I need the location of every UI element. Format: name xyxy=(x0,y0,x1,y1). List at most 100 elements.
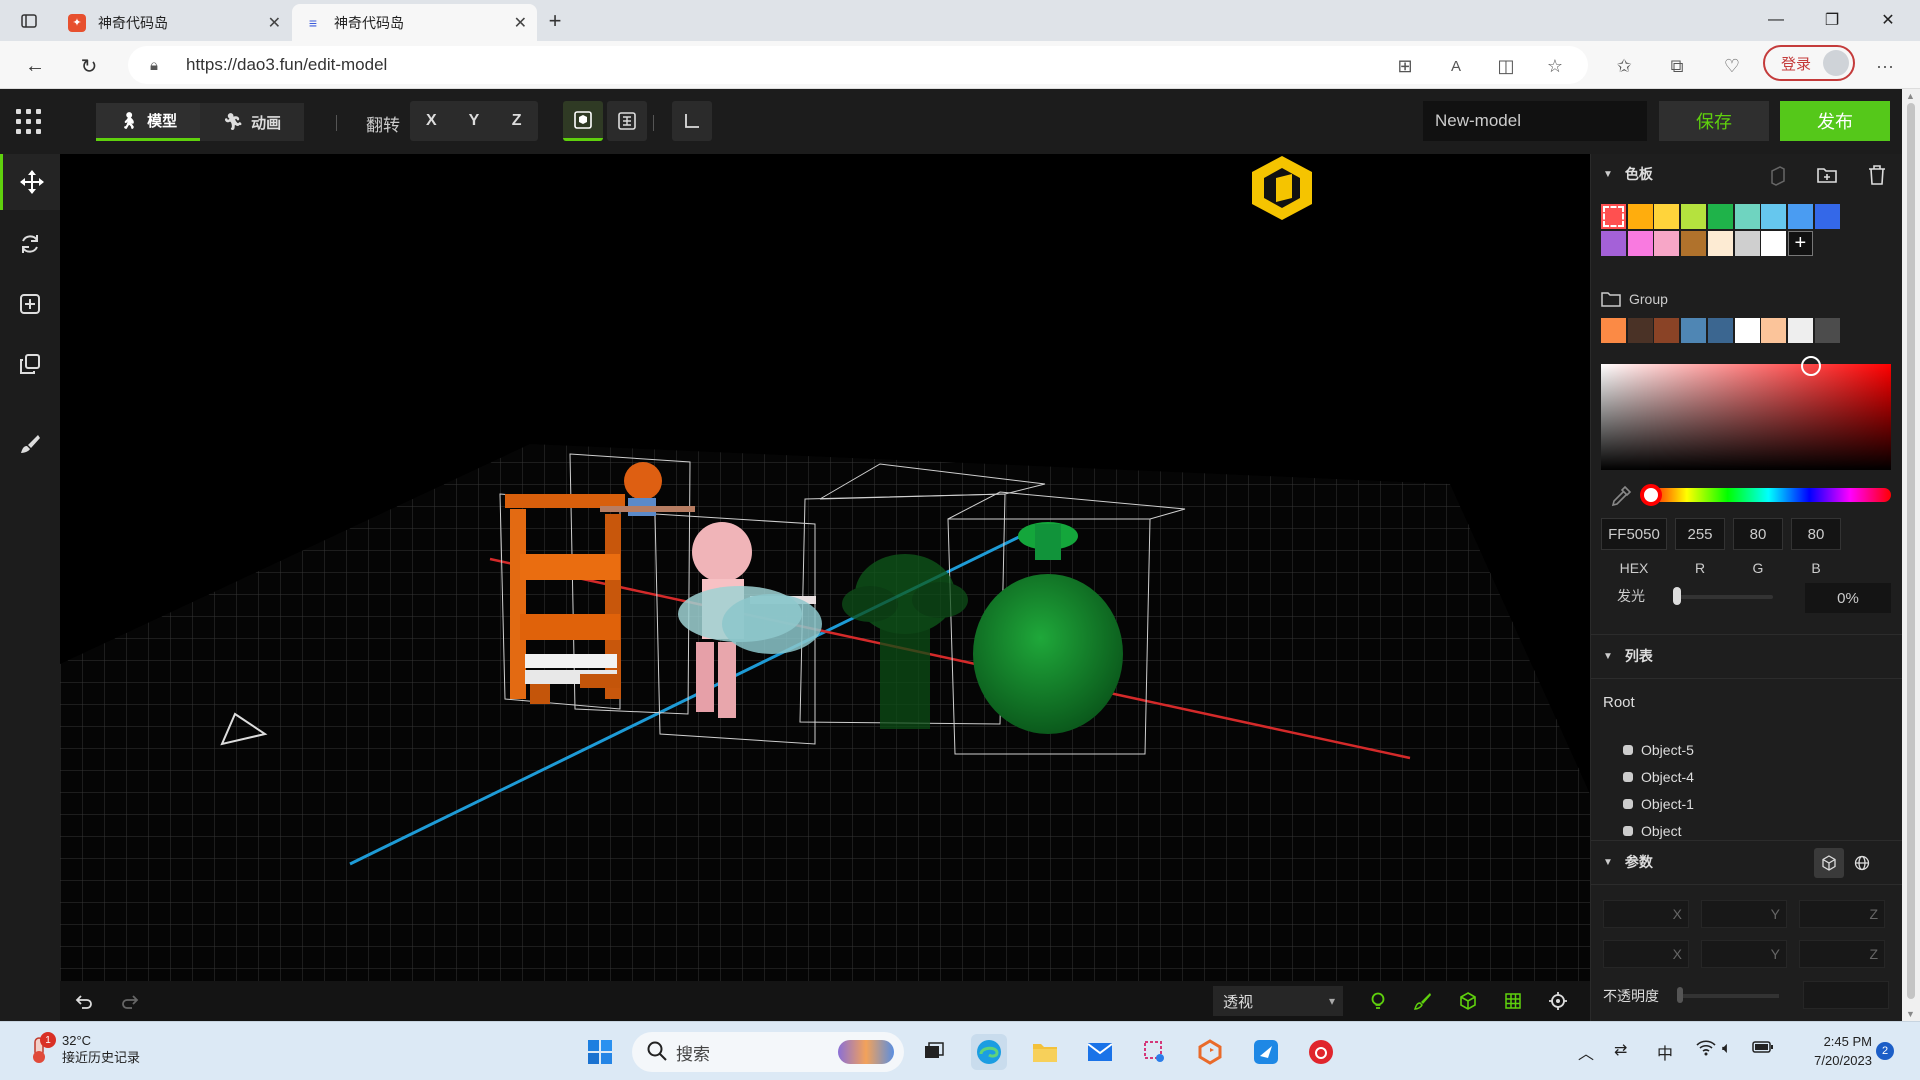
notification-badge[interactable]: 2 xyxy=(1876,1042,1894,1060)
eyedropper-icon[interactable] xyxy=(1609,484,1633,508)
battery-icon[interactable] xyxy=(1752,1040,1774,1059)
group-color-swatch[interactable] xyxy=(1707,318,1733,343)
collections-icon[interactable]: ⧉ xyxy=(1664,53,1690,79)
opacity-slider-knob[interactable] xyxy=(1677,987,1683,1003)
edge-browser-icon[interactable] xyxy=(971,1034,1007,1070)
color-swatch[interactable] xyxy=(1601,204,1626,229)
color-swatch[interactable] xyxy=(1787,204,1813,229)
flip-y-button[interactable]: Y xyxy=(453,101,496,141)
snipping-tool-icon[interactable] xyxy=(1137,1034,1173,1070)
color-swatch[interactable] xyxy=(1681,231,1707,256)
minimize-icon[interactable]: — xyxy=(1756,8,1796,32)
rotate-tool[interactable] xyxy=(0,216,60,272)
apps-icon[interactable]: ⊞ xyxy=(1392,53,1418,79)
b-input[interactable]: 80 xyxy=(1791,518,1841,550)
color-swatch[interactable] xyxy=(1654,204,1680,229)
tab-actions-icon[interactable] xyxy=(16,8,42,34)
more-icon[interactable]: ··· xyxy=(1872,53,1898,79)
taskbar-search[interactable]: 搜索 xyxy=(632,1032,904,1072)
glow-input[interactable]: 0% xyxy=(1805,583,1891,613)
netease-music-icon[interactable] xyxy=(1303,1034,1339,1070)
scene-canvas[interactable] xyxy=(60,154,1590,981)
close-icon[interactable]: ✕ xyxy=(514,13,527,33)
add-tool[interactable] xyxy=(0,276,60,332)
rotation-y-input[interactable]: Y xyxy=(1701,940,1787,968)
list-item[interactable]: Object-4 xyxy=(1623,769,1694,785)
login-button[interactable]: 登录 xyxy=(1763,45,1855,81)
grid-mode-button[interactable] xyxy=(607,101,647,141)
color-swatch[interactable] xyxy=(1734,231,1760,256)
scrollbar-thumb[interactable] xyxy=(1907,103,1915,999)
group-color-swatch[interactable] xyxy=(1681,318,1707,343)
color-swatch[interactable] xyxy=(1654,231,1680,256)
local-space-toggle[interactable] xyxy=(1814,848,1844,878)
task-view-icon[interactable] xyxy=(916,1034,952,1070)
tree-root[interactable]: Root xyxy=(1603,694,1635,711)
new-folder-icon[interactable] xyxy=(1816,164,1838,186)
color-swatch[interactable] xyxy=(1681,204,1707,229)
read-aloud-icon[interactable]: A xyxy=(1443,53,1469,79)
group-color-swatch[interactable] xyxy=(1601,318,1626,343)
cube-icon[interactable] xyxy=(1454,987,1482,1015)
group-color-swatch[interactable] xyxy=(1761,318,1787,343)
list-item[interactable]: Object-5 xyxy=(1623,742,1694,758)
scroll-down-icon[interactable]: ▼ xyxy=(1906,1009,1915,1019)
palette-header[interactable]: ▼ 色板 xyxy=(1591,154,1903,194)
list-header[interactable]: ▼ 列表 xyxy=(1591,636,1903,676)
refresh-icon[interactable]: ↻ xyxy=(74,51,104,81)
window-close-icon[interactable]: ✕ xyxy=(1868,8,1908,32)
saturation-value-picker[interactable] xyxy=(1601,356,1891,470)
light-icon[interactable] xyxy=(1364,987,1392,1015)
split-screen-icon[interactable]: ◫ xyxy=(1493,53,1519,79)
glow-slider-knob[interactable] xyxy=(1673,587,1681,605)
group-color-swatch[interactable] xyxy=(1734,318,1760,343)
hue-slider-knob[interactable] xyxy=(1640,484,1662,506)
weather-widget[interactable]: 1 32°C 接近历史记录 xyxy=(26,1032,140,1066)
page-scrollbar[interactable]: ▲ ▼ xyxy=(1902,89,1920,1021)
tab-animation[interactable]: 🏃︎ 动画 xyxy=(200,103,304,141)
axis-toggle-button[interactable] xyxy=(672,101,712,141)
close-icon[interactable]: ✕ xyxy=(268,13,281,33)
group-color-swatch[interactable] xyxy=(1814,318,1840,343)
group-color-swatch[interactable] xyxy=(1627,318,1653,343)
hue-slider[interactable] xyxy=(1640,484,1891,506)
color-swatch[interactable] xyxy=(1761,204,1787,229)
move-tool[interactable] xyxy=(0,154,60,210)
color-swatch[interactable] xyxy=(1707,204,1733,229)
color-swatch[interactable] xyxy=(1601,231,1626,256)
add-color-icon[interactable]: + xyxy=(1787,231,1813,256)
new-tab-icon[interactable]: + xyxy=(542,8,568,34)
list-item[interactable]: Object-1 xyxy=(1623,796,1694,812)
scroll-up-icon[interactable]: ▲ xyxy=(1906,91,1915,101)
palette-style-icon[interactable] xyxy=(1767,164,1789,186)
volume-icon[interactable]: 🔈︎ xyxy=(1722,1040,1732,1058)
tab-active[interactable]: ≡ 神奇代码岛 ✕ xyxy=(292,4,537,41)
r-input[interactable]: 255 xyxy=(1675,518,1725,550)
list-item[interactable]: Object xyxy=(1623,823,1681,839)
performance-icon[interactable]: ♡ xyxy=(1719,53,1745,79)
color-swatch[interactable] xyxy=(1734,204,1760,229)
file-explorer-icon[interactable] xyxy=(1027,1034,1063,1070)
position-x-input[interactable]: X xyxy=(1603,900,1689,928)
color-swatch[interactable] xyxy=(1627,204,1653,229)
rotation-z-input[interactable]: Z xyxy=(1799,940,1885,968)
target-icon[interactable] xyxy=(1544,987,1572,1015)
view-mode-select[interactable]: 透视 ▾ xyxy=(1213,986,1343,1016)
g-input[interactable]: 80 xyxy=(1733,518,1783,550)
publish-button[interactable]: 发布 xyxy=(1780,101,1890,141)
copy-tool[interactable] xyxy=(0,336,60,392)
back-icon[interactable]: ← xyxy=(20,51,50,81)
view-cube-icon[interactable] xyxy=(1252,156,1312,220)
color-swatch[interactable] xyxy=(1814,204,1840,229)
url-input[interactable]: 🔒︎ https://dao3.fun/edit-model xyxy=(128,46,1588,84)
color-swatch[interactable] xyxy=(1627,231,1653,256)
show-hidden-icons-icon[interactable]: ︿ xyxy=(1578,1040,1594,1064)
feishu-icon[interactable] xyxy=(1248,1034,1284,1070)
bluetooth-devices-icon[interactable]: ⇄ xyxy=(1614,1040,1627,1060)
delete-icon[interactable] xyxy=(1866,164,1888,186)
3d-viewport[interactable] xyxy=(60,154,1590,981)
flip-x-button[interactable]: X xyxy=(410,101,453,141)
hex-input[interactable]: FF5050 xyxy=(1601,518,1667,550)
group-row[interactable]: Group xyxy=(1601,290,1668,308)
input-method-indicator[interactable]: 中 xyxy=(1657,1040,1673,1064)
